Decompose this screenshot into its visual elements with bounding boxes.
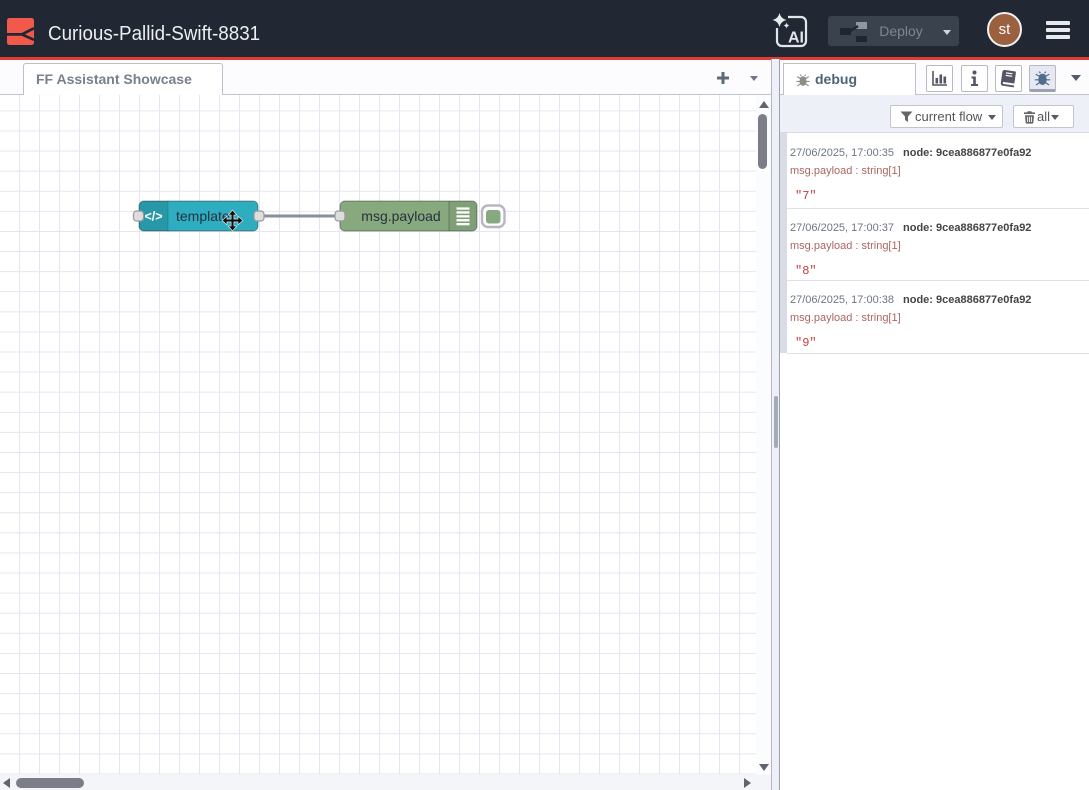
svg-text:template: template [176, 208, 230, 224]
svg-text:AI: AI [788, 30, 804, 47]
svg-text:</>: </> [144, 210, 162, 224]
svg-text:msg.payload: msg.payload [361, 208, 440, 224]
